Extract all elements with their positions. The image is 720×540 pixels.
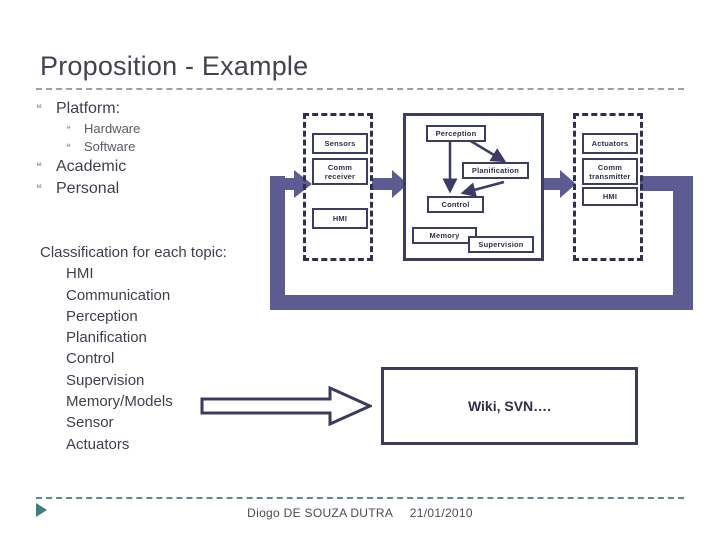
arrow-to-tools — [200, 386, 372, 426]
node-label: Perception — [435, 129, 477, 138]
feedback-band-bottom — [270, 295, 693, 310]
title-divider — [36, 88, 684, 90]
node-planification: Planification — [462, 162, 529, 179]
node-label: HMI — [602, 192, 618, 201]
list-item-label: Platform: — [56, 100, 121, 117]
classification-block: Classification for each topic: HMI Commu… — [40, 242, 227, 455]
list-item-label: Academic — [56, 158, 127, 175]
bullet-list: ❝ Platform: ❝ Hardware ❝ Software ❝ Acad… — [36, 98, 276, 200]
footer-date: 21/01/2010 — [409, 506, 473, 520]
list-item-label: Software — [84, 139, 136, 154]
tools-label: Wiki, SVN…. — [467, 398, 552, 414]
bullet-icon: ❝ — [66, 142, 71, 152]
node-label: Actuators — [591, 139, 629, 148]
footer: Diogo DE SOUZA DUTRA 21/01/2010 — [0, 506, 720, 520]
bullet-icon: ❝ — [36, 161, 42, 173]
feedback-band-right — [673, 176, 693, 310]
footer-author: Diogo DE SOUZA DUTRA — [247, 506, 393, 520]
node-label: Control — [441, 200, 470, 209]
node-control: Control — [427, 196, 484, 213]
bullet-icon: ❝ — [36, 183, 42, 195]
classification-item-communication: Communication — [66, 286, 171, 304]
list-item-label: Hardware — [84, 121, 141, 136]
node-supervision: Supervision — [468, 236, 534, 253]
list-item-label: Personal — [56, 180, 120, 197]
slide: Proposition - Example ❝ Platform: ❝ Hard… — [0, 0, 720, 540]
node-label: Planification — [471, 166, 520, 175]
classification-heading: Classification for each topic: — [40, 244, 227, 261]
bullet-icon: ❝ — [66, 124, 71, 134]
list-item: ❝ Academic — [36, 156, 276, 178]
node-label: Sensors — [324, 139, 356, 148]
classification-item-control: Control — [66, 350, 115, 368]
node-label: Supervision — [478, 240, 524, 249]
node-label: Comm receiver — [324, 162, 356, 181]
list-item: ❝ Personal — [36, 178, 276, 200]
feedback-band-top-right — [640, 176, 693, 191]
footer-divider — [36, 497, 684, 499]
node-input-hmi: HMI — [312, 208, 368, 229]
page-title: Proposition - Example — [40, 51, 309, 81]
node-perception: Perception — [426, 125, 486, 142]
node-output-hmi: HMI — [582, 187, 638, 206]
list-item: ❝ Software — [66, 138, 276, 156]
node-label: HMI — [332, 214, 348, 223]
node-comm-transmitter: Comm transmitter — [582, 158, 638, 185]
classification-item-actuators: Actuators — [66, 435, 130, 453]
node-actuators: Actuators — [582, 133, 638, 154]
tools-box: Wiki, SVN…. — [381, 367, 638, 445]
classification-item-hmi: HMI — [66, 265, 94, 283]
arrow-core-to-output — [540, 170, 576, 198]
classification-item-perception: Perception — [66, 307, 138, 325]
node-comm-receiver: Comm receiver — [312, 158, 368, 185]
bullet-icon: ❝ — [36, 103, 42, 115]
node-sensors: Sensors — [312, 133, 368, 154]
classification-item-planification: Planification — [66, 329, 147, 347]
list-item: ❝ Platform: — [36, 98, 276, 120]
node-label: Comm transmitter — [589, 162, 631, 181]
list-item: ❝ Hardware — [66, 120, 276, 138]
node-label: Memory — [429, 231, 460, 240]
